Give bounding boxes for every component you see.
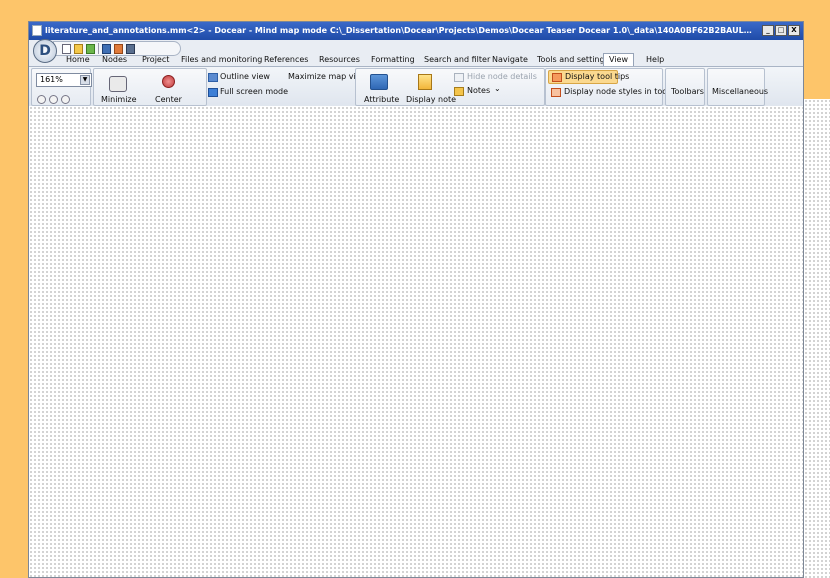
tab-tools-and-settings[interactable]: Tools and settings [537, 54, 609, 66]
open-project-icon[interactable] [86, 43, 95, 54]
center-label[interactable]: Center [155, 95, 182, 104]
zoom-fit-icon[interactable] [61, 95, 70, 104]
zoom-out-icon[interactable] [49, 95, 58, 104]
display-tool-tips-label: Display tool tips [565, 72, 630, 81]
save-all-icon[interactable] [126, 43, 135, 54]
tab-search-and-filter[interactable]: Search and filter [424, 54, 490, 66]
center-node-icon[interactable] [162, 75, 175, 88]
zoom-value: 161% [40, 75, 63, 84]
tool-tips-icon [552, 73, 562, 82]
notes-button[interactable]: Notes [467, 86, 490, 95]
open-map-icon[interactable] [74, 43, 83, 54]
tab-references[interactable]: References [264, 54, 308, 66]
save-as-icon[interactable] [114, 43, 123, 54]
minimize-node-icon[interactable] [109, 76, 127, 92]
tab-nodes[interactable]: Nodes [102, 54, 127, 66]
tab-home[interactable]: Home [66, 54, 90, 66]
node-styles-tooltip-icon[interactable] [551, 88, 561, 97]
node-details-group: Attribute Display note Hide node details… [355, 68, 545, 106]
map-canvas-right-edge[interactable] [804, 99, 830, 578]
document-icon [32, 25, 42, 36]
view-mode-group: Outline view Full screen mode Maximize m… [207, 68, 367, 106]
display-note-label[interactable]: Display note [406, 95, 456, 104]
zoom-group: 161% ▼ [31, 68, 92, 106]
miscellaneous-button[interactable]: Miscellaneous [712, 87, 768, 96]
full-screen-icon[interactable] [208, 88, 218, 97]
hide-node-details-icon [454, 73, 464, 82]
outline-view-icon[interactable] [208, 73, 218, 82]
notes-chevron-down-icon[interactable]: ⌄ [494, 84, 501, 93]
chevron-down-icon[interactable]: ▼ [80, 75, 90, 85]
tab-navigate[interactable]: Navigate [492, 54, 528, 66]
new-map-icon[interactable] [62, 43, 71, 54]
maximize-window-button[interactable]: □ [775, 25, 787, 36]
tab-help[interactable]: Help [646, 54, 664, 66]
window-title: literature_and_annotations.mm<2> - Docea… [45, 26, 757, 35]
outline-view-button[interactable]: Outline view [220, 72, 270, 81]
tab-view[interactable]: View [603, 53, 634, 66]
attribute-view-icon[interactable] [370, 74, 388, 90]
view-node-group: Minimize Center [93, 68, 207, 106]
tab-project[interactable]: Project [142, 54, 169, 66]
minimize-window-button[interactable]: _ [762, 25, 774, 36]
tab-resources[interactable]: Resources [319, 54, 360, 66]
ribbon-tabs: Home Nodes Project Files and monitoring … [29, 53, 803, 66]
zoom-select[interactable]: 161% ▼ [36, 73, 92, 87]
save-icon[interactable] [102, 43, 111, 54]
display-tool-tips-button[interactable]: Display tool tips [548, 70, 629, 84]
zoom-in-icon[interactable] [37, 95, 46, 104]
application-menu-button[interactable]: D [33, 39, 57, 63]
hide-node-details-button: Hide node details [467, 72, 537, 81]
full-screen-button[interactable]: Full screen mode [220, 87, 288, 96]
ribbon-panel: 161% ▼ Minimize Center Outline view Full… [29, 66, 803, 107]
notes-icon[interactable] [454, 87, 464, 96]
tab-formatting[interactable]: Formatting [371, 54, 415, 66]
docear-logo-icon: D [39, 43, 51, 59]
minimize-label[interactable]: Minimize [101, 95, 137, 104]
tab-files-and-monitoring[interactable]: Files and monitoring [181, 54, 262, 66]
mind-map-canvas[interactable] [29, 106, 803, 577]
toolbars-button[interactable]: Toolbars [671, 87, 704, 96]
docear-window: literature_and_annotations.mm<2> - Docea… [28, 21, 804, 578]
display-note-icon[interactable] [418, 74, 432, 90]
toolbars-group: Toolbars [665, 68, 705, 106]
attribute-label[interactable]: Attribute [364, 95, 399, 104]
toolbar-separator [98, 43, 99, 54]
miscellaneous-group: Miscellaneous [707, 68, 768, 106]
title-bar: literature_and_annotations.mm<2> - Docea… [29, 22, 803, 40]
close-window-button[interactable]: X [788, 25, 800, 36]
tool-tips-group: Display tool tips Display node styles in… [545, 68, 687, 106]
window-controls: _ □ X [762, 25, 800, 36]
